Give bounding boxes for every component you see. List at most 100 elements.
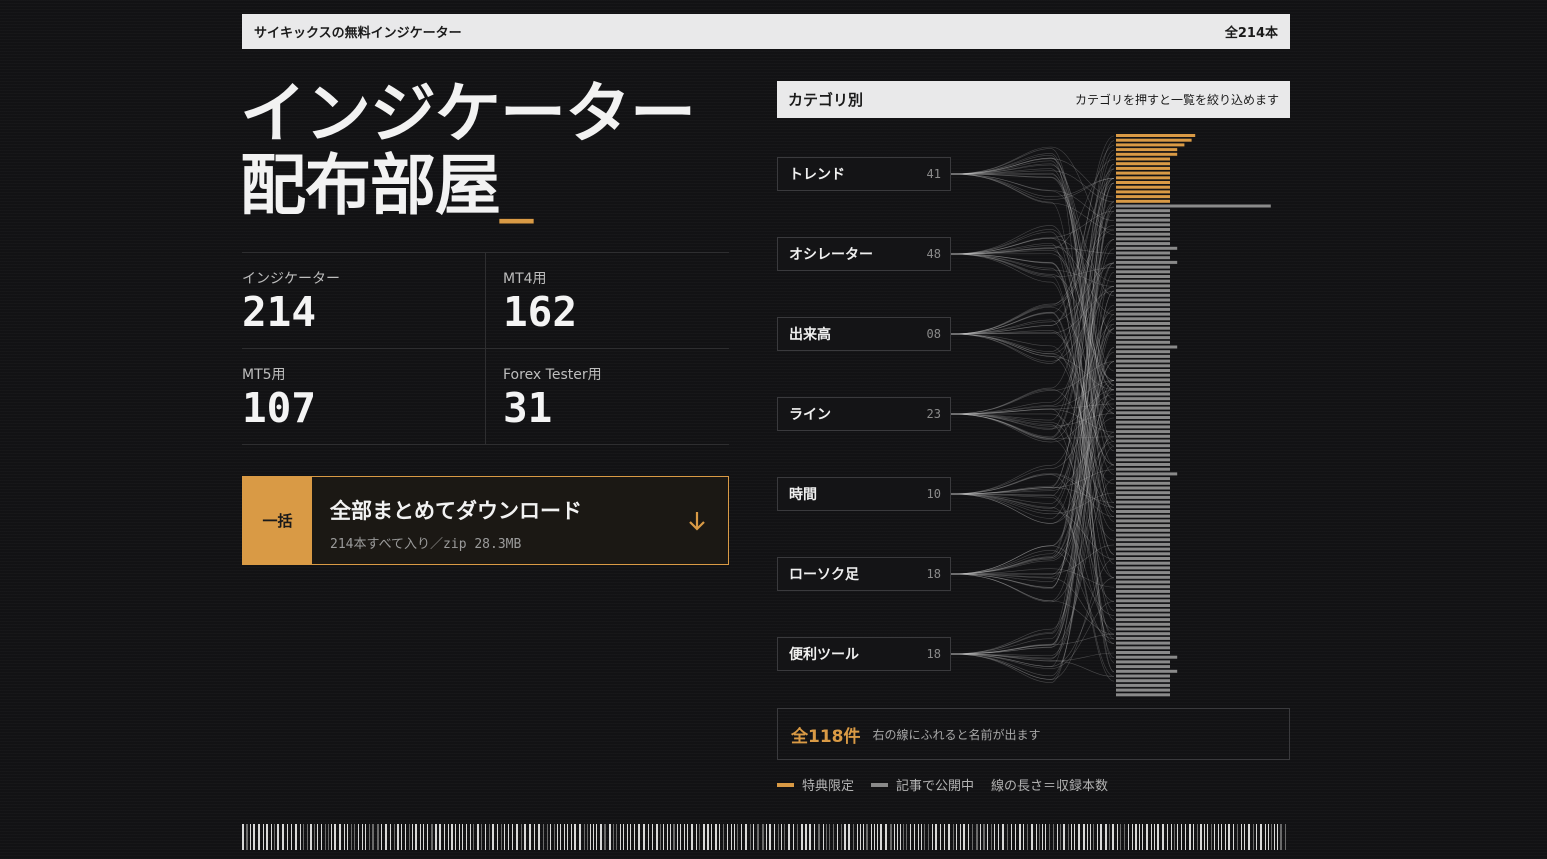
item-bar[interactable]	[1116, 627, 1170, 631]
item-bar[interactable]	[1116, 552, 1170, 556]
item-bar[interactable]	[1116, 359, 1170, 363]
item-bar[interactable]	[1116, 354, 1170, 358]
item-bar[interactable]	[1116, 641, 1170, 645]
item-bar[interactable]	[1116, 406, 1170, 410]
item-bar[interactable]	[1116, 608, 1170, 612]
category-candlestick[interactable]: ローソク足 18	[777, 557, 951, 591]
item-bar[interactable]	[1116, 632, 1170, 636]
item-bar[interactable]	[1116, 152, 1178, 156]
item-bar[interactable]	[1116, 246, 1178, 250]
category-link-visualization[interactable]	[951, 128, 1291, 698]
item-bar[interactable]	[1116, 420, 1170, 424]
item-bar[interactable]	[1116, 265, 1170, 269]
item-bar[interactable]	[1116, 387, 1170, 391]
item-bar[interactable]	[1116, 279, 1170, 283]
item-bar[interactable]	[1116, 561, 1170, 565]
item-bar[interactable]	[1116, 434, 1170, 438]
item-bar[interactable]	[1116, 270, 1170, 274]
item-bar[interactable]	[1116, 557, 1170, 560]
item-bar[interactable]	[1116, 477, 1170, 481]
item-bar[interactable]	[1116, 373, 1170, 377]
category-utility[interactable]: 便利ツール 18	[777, 637, 951, 671]
item-bar[interactable]	[1116, 204, 1271, 208]
item-bar[interactable]	[1116, 228, 1170, 231]
item-bar[interactable]	[1116, 322, 1170, 325]
item-bar[interactable]	[1116, 326, 1170, 330]
download-all-button[interactable]: 一括 全部まとめてダウンロード 214本すべて入り／zip 28.3MB	[242, 476, 729, 565]
item-bar[interactable]	[1116, 171, 1170, 175]
item-bar[interactable]	[1116, 669, 1178, 673]
item-bar[interactable]	[1116, 453, 1170, 457]
item-bar[interactable]	[1116, 547, 1170, 551]
item-bar[interactable]	[1116, 331, 1170, 335]
item-bar[interactable]	[1116, 134, 1196, 137]
item-bar[interactable]	[1116, 510, 1170, 513]
item-bar[interactable]	[1116, 275, 1170, 278]
item-bar[interactable]	[1116, 430, 1170, 434]
item-bar[interactable]	[1116, 251, 1170, 255]
item-bar[interactable]	[1116, 401, 1170, 405]
item-bar[interactable]	[1116, 190, 1170, 194]
item-bar[interactable]	[1116, 575, 1170, 579]
item-bar[interactable]	[1116, 688, 1170, 692]
item-bar[interactable]	[1116, 693, 1170, 697]
item-bar[interactable]	[1116, 472, 1178, 476]
category-trend[interactable]: トレンド 41	[777, 157, 951, 191]
item-bar[interactable]	[1116, 143, 1185, 147]
item-bar[interactable]	[1116, 655, 1178, 659]
category-line[interactable]: ライン 23	[777, 397, 951, 431]
item-bar[interactable]	[1116, 293, 1170, 297]
item-bar[interactable]	[1116, 209, 1170, 213]
item-bar[interactable]	[1116, 618, 1170, 622]
item-bar[interactable]	[1116, 683, 1170, 687]
item-bar[interactable]	[1116, 505, 1170, 509]
item-bar[interactable]	[1116, 651, 1170, 654]
item-bar[interactable]	[1116, 392, 1170, 396]
item-bar[interactable]	[1116, 166, 1170, 170]
item-bar[interactable]	[1116, 195, 1170, 199]
item-bar[interactable]	[1116, 463, 1170, 466]
item-bar[interactable]	[1116, 491, 1170, 495]
item-bar[interactable]	[1116, 571, 1170, 575]
item-bar[interactable]	[1116, 566, 1170, 570]
item-bar[interactable]	[1116, 336, 1170, 340]
item-bar[interactable]	[1116, 242, 1170, 246]
item-bar[interactable]	[1116, 448, 1170, 452]
item-bar[interactable]	[1116, 284, 1170, 288]
item-bar[interactable]	[1116, 486, 1170, 490]
item-bar[interactable]	[1116, 528, 1170, 532]
item-bar[interactable]	[1116, 298, 1170, 302]
item-bar[interactable]	[1116, 350, 1170, 354]
item-bar[interactable]	[1116, 622, 1170, 626]
item-bar[interactable]	[1116, 340, 1170, 344]
item-bar[interactable]	[1116, 594, 1170, 598]
item-bar[interactable]	[1116, 345, 1178, 349]
item-bar[interactable]	[1116, 162, 1170, 166]
item-bar[interactable]	[1116, 218, 1170, 222]
item-bar[interactable]	[1116, 495, 1170, 499]
item-bar[interactable]	[1116, 256, 1170, 260]
item-bar[interactable]	[1116, 425, 1170, 429]
item-bar[interactable]	[1116, 589, 1170, 593]
item-bar[interactable]	[1116, 679, 1170, 683]
item-bar[interactable]	[1116, 237, 1170, 241]
item-bar[interactable]	[1116, 538, 1170, 542]
item-bar[interactable]	[1116, 458, 1170, 462]
item-bar[interactable]	[1116, 185, 1170, 189]
item-bar[interactable]	[1116, 303, 1170, 307]
item-bar[interactable]	[1116, 613, 1170, 617]
item-bar[interactable]	[1116, 307, 1170, 311]
item-bar[interactable]	[1116, 369, 1170, 372]
item-bar[interactable]	[1116, 524, 1170, 528]
item-bar[interactable]	[1116, 467, 1170, 471]
item-bar[interactable]	[1116, 312, 1170, 316]
item-bar[interactable]	[1116, 542, 1170, 546]
item-bar[interactable]	[1116, 223, 1170, 227]
item-bar[interactable]	[1116, 157, 1170, 161]
item-bar[interactable]	[1116, 289, 1170, 293]
item-bar[interactable]	[1116, 260, 1178, 264]
item-bar[interactable]	[1116, 660, 1170, 664]
item-bar[interactable]	[1116, 439, 1170, 443]
item-bar[interactable]	[1116, 500, 1170, 504]
item-bar[interactable]	[1116, 519, 1170, 523]
